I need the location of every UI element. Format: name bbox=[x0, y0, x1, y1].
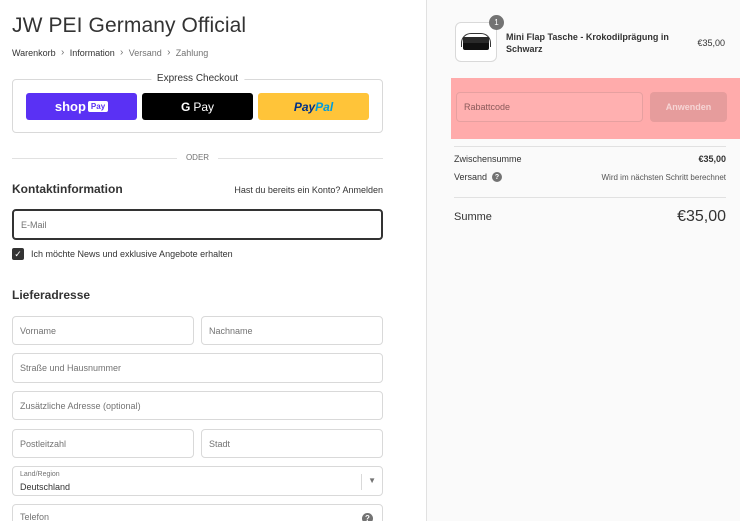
discount-section: Rabattcode Anwenden bbox=[451, 78, 740, 139]
checkmark-icon: ✓ bbox=[14, 248, 22, 259]
discount-code-input[interactable]: Rabattcode bbox=[456, 92, 643, 122]
shop-pay-badge: Pay bbox=[87, 101, 109, 112]
shipping-value: Wird im nächsten Schritt berechnet bbox=[601, 172, 727, 182]
product-price: €35,00 bbox=[697, 38, 725, 48]
breadcrumb-payment: Zahlung bbox=[175, 47, 209, 58]
breadcrumb-information: Information bbox=[69, 47, 115, 58]
city-field[interactable]: Stadt bbox=[201, 429, 383, 458]
breadcrumb-cart[interactable]: Warenkorb bbox=[12, 48, 56, 58]
subtotal-label: Zwischensumme bbox=[454, 154, 522, 164]
express-checkout-label: Express Checkout bbox=[150, 73, 245, 84]
total-row: Summe €35,00 bbox=[454, 208, 726, 226]
last-name-placeholder: Nachname bbox=[209, 325, 253, 336]
first-name-placeholder: Vorname bbox=[20, 325, 57, 336]
city-placeholder: Stadt bbox=[209, 438, 231, 449]
help-icon[interactable]: ? bbox=[362, 513, 373, 521]
email-field[interactable]: E-Mail bbox=[12, 209, 383, 240]
express-checkout: Express Checkout shop Pay G Pay Pay Pal bbox=[12, 73, 383, 133]
account-prompt-text: Hast du bereits ein Konto? bbox=[234, 185, 341, 195]
help-icon[interactable]: ? bbox=[492, 172, 503, 182]
street-field[interactable]: Straße und Hausnummer bbox=[12, 353, 383, 383]
zip-placeholder: Postleitzahl bbox=[20, 438, 67, 449]
login-link[interactable]: Anmelden bbox=[342, 185, 383, 195]
summary-divider bbox=[454, 197, 726, 198]
newsletter-checkbox[interactable]: ✓ bbox=[12, 248, 24, 260]
last-name-field[interactable]: Nachname bbox=[201, 316, 383, 345]
phone-placeholder: Telefon bbox=[20, 512, 50, 521]
chevron-right-icon: › bbox=[61, 47, 65, 58]
shipping-label: Versand bbox=[454, 172, 488, 182]
paypal-button[interactable]: Pay Pal bbox=[258, 93, 369, 120]
quantity-badge: 1 bbox=[489, 15, 504, 30]
google-g-icon: G bbox=[180, 99, 191, 114]
apply-discount-button[interactable]: Anwenden bbox=[650, 92, 727, 122]
shop-pay-button[interactable]: shop Pay bbox=[26, 93, 137, 120]
street-placeholder: Straße und Hausnummer bbox=[20, 363, 122, 373]
google-pay-button[interactable]: G Pay bbox=[142, 93, 253, 120]
country-value: Deutschland bbox=[20, 482, 71, 492]
country-select[interactable]: Land/Region Deutschland ▼ bbox=[12, 466, 383, 496]
divider-line bbox=[12, 158, 177, 159]
chevron-right-icon: › bbox=[120, 47, 124, 58]
product-name: Mini Flap Tasche - Krokodilprägung in Sc… bbox=[506, 32, 669, 54]
contact-title: Kontaktinformation bbox=[12, 182, 123, 196]
shipping-row: Versand ? Wird im nächsten Schritt berec… bbox=[454, 172, 726, 182]
total-label: Summe bbox=[454, 211, 492, 223]
shop-pay-wordmark: shop bbox=[54, 99, 86, 114]
zip-field[interactable]: Postleitzahl bbox=[12, 429, 194, 458]
breadcrumb-shipping: Versand bbox=[128, 47, 162, 58]
chevron-right-icon: › bbox=[167, 47, 171, 58]
store-title: JW PEI Germany Official bbox=[12, 14, 247, 37]
phone-field[interactable]: Telefon ? bbox=[12, 504, 383, 521]
paypal-wordmark-pal: Pal bbox=[315, 99, 334, 114]
or-label: ODER bbox=[185, 153, 210, 162]
order-summary: 1 Mini Flap Tasche - Krokodilprägung in … bbox=[426, 0, 740, 521]
or-divider: ODER bbox=[12, 153, 383, 162]
newsletter-option[interactable]: ✓ Ich möchte News und exklusive Angebote… bbox=[12, 248, 233, 260]
subtotal-row: Zwischensumme €35,00 bbox=[454, 154, 726, 164]
subtotal-value: €35,00 bbox=[698, 154, 726, 164]
chevron-down-icon: ▼ bbox=[368, 476, 376, 485]
email-placeholder: E-Mail bbox=[21, 219, 47, 230]
divider-line bbox=[218, 158, 383, 159]
account-prompt: Hast du bereits ein Konto? Anmelden bbox=[234, 185, 383, 195]
first-name-field[interactable]: Vorname bbox=[12, 316, 194, 345]
address2-field[interactable]: Zusätzliche Adresse (optional) bbox=[12, 391, 383, 420]
breadcrumb: Warenkorb › Information › Versand › Zahl… bbox=[12, 47, 208, 58]
shipping-address-title: Lieferadresse bbox=[12, 288, 91, 302]
country-label: Land/Region bbox=[20, 471, 60, 478]
paypal-wordmark-pay: Pay bbox=[293, 99, 316, 114]
address2-placeholder: Zusätzliche Adresse (optional) bbox=[20, 400, 141, 411]
summary-divider bbox=[454, 146, 726, 147]
discount-placeholder: Rabattcode bbox=[464, 102, 511, 112]
google-pay-label: Pay bbox=[193, 99, 215, 114]
newsletter-label: Ich möchte News und exklusive Angebote e… bbox=[31, 249, 233, 259]
checkout-main: JW PEI Germany Official Warenkorb › Info… bbox=[0, 0, 426, 521]
bag-icon bbox=[461, 33, 491, 51]
select-divider bbox=[361, 474, 362, 490]
total-value: €35,00 bbox=[677, 208, 726, 225]
shipping-label-group: Versand ? bbox=[454, 172, 503, 182]
